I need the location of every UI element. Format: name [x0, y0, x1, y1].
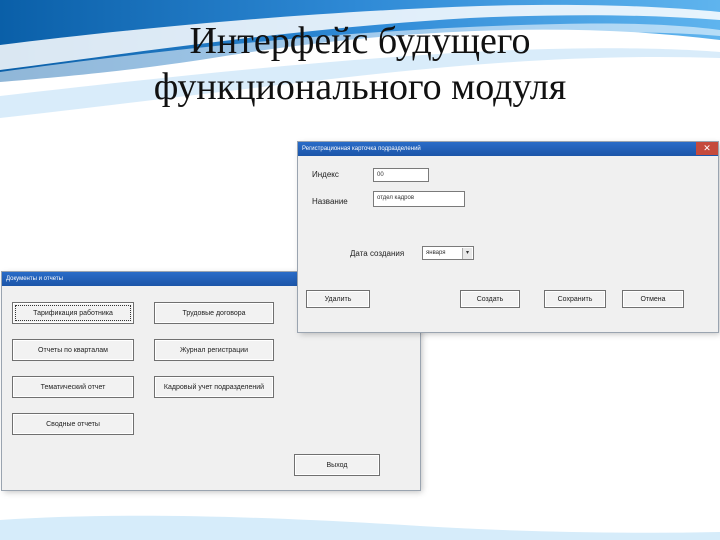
exit-button[interactable]: Выход [294, 454, 380, 476]
creation-date-label: Дата создания [350, 249, 405, 258]
thematic-report-button[interactable]: Тематический отчет [12, 376, 134, 398]
slide-title-line-1: Интерфейс будущего [189, 20, 531, 62]
unit-window-titlebar[interactable]: Регистрационная карточка подразделений ✕ [298, 142, 718, 156]
staff-tariff-button[interactable]: Тарификация работника [12, 302, 134, 324]
quarterly-reports-button[interactable]: Отчеты по кварталам [12, 339, 134, 361]
creation-date-value: января [426, 250, 446, 256]
save-button[interactable]: Сохранить [544, 290, 606, 308]
slide-title: Интерфейс будущего функционального модул… [60, 18, 660, 110]
chevron-down-icon[interactable]: ▾ [462, 248, 472, 259]
index-label: Индекс [312, 170, 339, 179]
creation-date-select[interactable]: января ▾ [422, 246, 474, 260]
documents-window-title: Документы и отчеты [6, 276, 63, 282]
cancel-button[interactable]: Отмена [622, 290, 684, 308]
summary-reports-button[interactable]: Сводные отчеты [12, 413, 134, 435]
unit-staff-accounting-button[interactable]: Кадровый учет подразделений [154, 376, 274, 398]
delete-button[interactable]: Удалить [306, 290, 370, 308]
create-button[interactable]: Создать [460, 290, 520, 308]
index-field[interactable]: 00 [373, 168, 429, 182]
unit-registration-window: Регистрационная карточка подразделений ✕… [298, 142, 718, 332]
name-field[interactable]: отдел кадров [373, 191, 465, 207]
slide-title-line-2: функционального модуля [153, 66, 567, 108]
labor-contracts-button[interactable]: Трудовые договора [154, 302, 274, 324]
close-icon[interactable]: ✕ [696, 142, 718, 155]
name-label: Название [312, 197, 348, 206]
registration-journal-button[interactable]: Журнал регистрации [154, 339, 274, 361]
unit-window-title: Регистрационная карточка подразделений [302, 146, 421, 152]
